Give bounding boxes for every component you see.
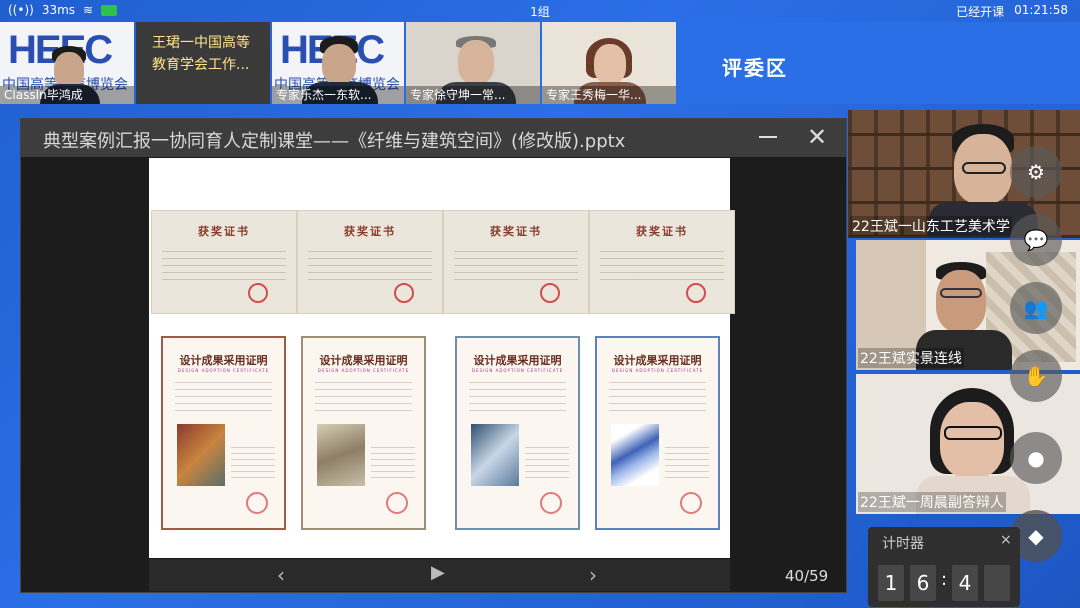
tile-label: 专家徐守坤一常... [406,86,540,104]
tile-label: 22王斌一山东工艺美术学 [850,216,1012,236]
tile-label: 22王斌一周晨副答辩人 [858,492,1006,512]
prev-slide-button[interactable]: ‹ [277,563,285,587]
video-tile[interactable]: HEEC 中国高等教育博览会 ClassIn毕鸿成 [0,22,134,104]
class-clock: 01:21:58 [1014,3,1068,17]
award-certificates: 获奖证书 获奖证书 获奖证书 获奖证书 [149,210,735,314]
document-viewer[interactable]: 典型案例汇报一协同育人定制课堂——《纤维与建筑空间》(修改版).pptx ✕ 获… [20,118,847,593]
group-name: 1组 [530,5,550,19]
slide: 获奖证书 获奖证书 获奖证书 获奖证书 设计成果采用证明 DESIGN ADOP… [149,158,735,558]
adoption-certificate: 设计成果采用证明 DESIGN ADOPTION CERTIFICATE [595,336,720,530]
video-tile[interactable]: 王珺一中国高等教育学会工作... [136,22,270,104]
artwork-image [177,424,225,486]
video-tile[interactable]: 专家王秀梅一华... [542,22,676,104]
people-icon: 👥 [1023,296,1049,320]
chat-icon: 💬 [1023,228,1049,252]
slide-navigation: ‹ ▶ › [149,559,730,591]
video-tile[interactable]: HEEC 中国高等教育博览会 专家乐杰一东软... [272,22,404,104]
timer-panel: 计时器 × 1 6 : 4 [868,527,1020,607]
play-button[interactable]: ▶ [431,562,445,583]
timer-digit: 4 [952,565,978,601]
status-bar: ((•)) 33ms ≋ 1组 已经开课 01:21:58 [0,0,1080,20]
tile-label: 22王斌实景连线 [858,348,964,368]
judge-area: 评委区 [678,22,1080,104]
adoption-certificate: 设计成果采用证明 DESIGN ADOPTION CERTIFICATE [301,336,426,530]
timer-digit: 6 [910,565,936,601]
artwork-image [317,424,365,486]
adoption-certificate: 设计成果采用证明 DESIGN ADOPTION CERTIFICATE [455,336,580,530]
members-button[interactable]: 👥 [1010,282,1062,334]
award-certificate: 获奖证书 [151,210,297,314]
adoption-certificate: 设计成果采用证明 DESIGN ADOPTION CERTIFICATE [161,336,286,530]
page-indicator: 40/59 [785,567,829,585]
award-certificate: 获奖证书 [589,210,735,314]
chat-button[interactable]: 💬 [1010,214,1062,266]
next-slide-button[interactable]: › [589,563,597,587]
timer-digit [984,565,1010,601]
video-tile[interactable]: 专家徐守坤一常... [406,22,540,104]
raise-hand-button[interactable]: ✋ [1010,350,1062,402]
eraser-icon: ◆ [1028,524,1044,548]
timer-label: 计时器 [882,536,924,552]
tile-label: 专家王秀梅一华... [542,86,676,104]
timer-colon: : [941,569,948,590]
close-button[interactable]: ✕ [807,123,827,151]
minimize-button[interactable] [759,136,777,138]
artwork-image [471,424,519,486]
document-title: 典型案例汇报一协同育人定制课堂——《纤维与建筑空间》(修改版).pptx [43,131,626,152]
timer-close-button[interactable]: × [1000,532,1012,548]
award-certificate: 获奖证书 [443,210,589,314]
award-certificate: 获奖证书 [297,210,443,314]
tile-label: 王珺一中国高等教育学会工作... [152,35,250,73]
class-state: 已经开课 [956,5,1005,19]
gear-icon: ⚙ [1027,160,1045,184]
document-titlebar[interactable]: 典型案例汇报一协同育人定制课堂——《纤维与建筑空间》(修改版).pptx ✕ [21,119,846,157]
tile-label: ClassIn毕鸿成 [0,86,134,104]
artwork-image [611,424,659,486]
timer-digit: 1 [878,565,904,601]
record-button[interactable]: ● [1010,432,1062,484]
record-icon: ● [1027,446,1045,470]
hand-icon: ✋ [1023,364,1049,388]
judge-area-title: 评委区 [722,56,788,80]
settings-button[interactable]: ⚙ [1010,146,1062,198]
tile-label: 专家乐杰一东软... [272,86,404,104]
